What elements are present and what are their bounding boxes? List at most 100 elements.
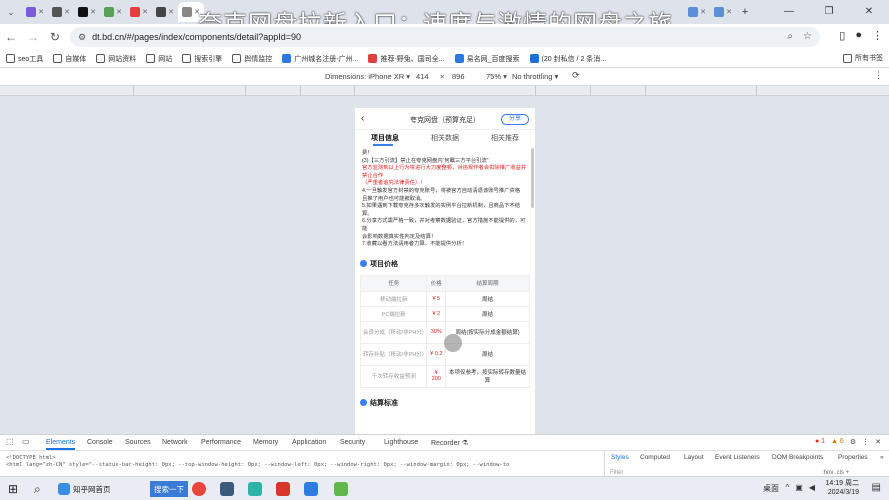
tab-dom-breakpoints[interactable]: DOM Breakpoints (772, 454, 823, 461)
tab-sources[interactable]: Sources (125, 439, 151, 446)
device-toggle-icon[interactable]: ▭ (22, 437, 30, 446)
tab-search-button[interactable]: ⌄ (0, 2, 22, 22)
more-tabs-icon[interactable]: » (880, 454, 884, 461)
chrome-taskbar-icon[interactable] (192, 481, 206, 497)
width-input[interactable]: 414 (416, 72, 429, 81)
inspect-icon[interactable]: ⬚ (6, 437, 14, 446)
bookmark-folder[interactable]: 搜索引擎 (182, 54, 222, 64)
reload-button[interactable]: ↻ (44, 30, 66, 44)
device-select[interactable]: Dimensions: iPhone XR ▾ (325, 72, 410, 81)
search-icon[interactable]: ⌕ (34, 481, 41, 497)
settings-gear-icon[interactable]: ⚙ (850, 438, 856, 446)
more-options-icon[interactable]: ⋮ (874, 70, 883, 81)
tab-console[interactable]: Console (87, 439, 113, 446)
tab-performance[interactable]: Performance (201, 439, 241, 446)
new-tab-button[interactable]: + (736, 6, 754, 18)
tab-network[interactable]: Network (162, 439, 188, 446)
profile-icon[interactable]: ● (855, 29, 862, 42)
bookmark-link[interactable]: (20 封私信 / 2 条消... (529, 54, 606, 64)
more-menu-icon[interactable]: ⋮ (862, 438, 869, 446)
bookmark-link[interactable]: 推荐-野兔、国司全... (368, 54, 445, 64)
tab-lighthouse[interactable]: Lighthouse (384, 439, 418, 446)
dom-html-line[interactable]: <html lang="zh-CN" style="--status-bar-h… (6, 462, 602, 469)
close-icon[interactable]: ✕ (726, 8, 732, 16)
app-taskbar-icon[interactable] (304, 481, 318, 497)
tab-styles[interactable]: Styles (611, 454, 629, 461)
page-scrollbar[interactable] (531, 148, 534, 208)
browser-icon (58, 483, 70, 495)
devtools-panel: ⬚ ▭ Elements Console Sources Network Per… (0, 434, 889, 477)
height-input[interactable]: 896 (452, 72, 465, 81)
bookmark-folder[interactable]: 自媒体 (53, 54, 86, 64)
all-bookmarks[interactable]: 所有书签 (843, 53, 883, 63)
bookmark-folder[interactable]: 网站资料 (96, 54, 136, 64)
address-url[interactable]: dt.bd.cn/#/pages/index/components/detail… (92, 32, 301, 42)
site-info-icon[interactable]: ⚙ (78, 32, 86, 43)
bookmark-folder[interactable]: 网站 (146, 54, 172, 64)
app-taskbar-icon[interactable] (334, 481, 348, 497)
network-icon[interactable]: ▣ (795, 483, 803, 492)
browser-tab[interactable]: ✕ (684, 2, 710, 22)
bookmark-link[interactable]: 易名网_百度搜索 (454, 54, 520, 64)
tab-recorder[interactable]: Recorder ⚗ (431, 439, 468, 447)
share-button[interactable]: 分享 (501, 114, 529, 125)
throttle-select[interactable]: No throttling ▾ (512, 72, 558, 81)
windows-start-icon[interactable]: ⊞ (8, 481, 18, 497)
tab-computed[interactable]: Computed (640, 454, 670, 461)
app-taskbar-icon[interactable] (248, 481, 262, 497)
close-icon[interactable]: ✕ (116, 8, 122, 16)
error-count-badge[interactable]: ● 1 (815, 438, 825, 446)
browser-tab[interactable]: ✕ (152, 2, 178, 22)
browser-tab[interactable]: ✕ (100, 2, 126, 22)
menu-icon[interactable]: ⋮ (872, 29, 883, 42)
browser-tab[interactable]: ✕ (48, 2, 74, 22)
clock[interactable]: 14:19 周二 2024/3/19 (826, 479, 859, 497)
tab-properties[interactable]: Properties (838, 454, 868, 461)
address-bar[interactable]: ⚙ dt.bd.cn/#/pages/index/components/deta… (70, 27, 820, 47)
browser-tab[interactable]: ✕ (710, 2, 736, 22)
dom-doctype-line[interactable]: <!DOCTYPE html> (6, 455, 602, 462)
tab-project-info[interactable]: 项目信息 (371, 133, 399, 143)
rotate-icon[interactable]: ⟳ (572, 70, 580, 81)
forward-button[interactable]: → (22, 30, 44, 44)
volume-icon[interactable]: ◀ (809, 483, 815, 492)
browser-tab[interactable]: ✕ (126, 2, 152, 22)
app-taskbar-icon[interactable] (276, 481, 290, 497)
zoom-select[interactable]: 75% ▾ (486, 72, 507, 81)
tab-event-listeners[interactable]: Event Listeners (715, 454, 760, 461)
desktop-label[interactable]: 桌面 (763, 483, 779, 494)
minimize-button[interactable]: — (769, 0, 809, 24)
close-window-button[interactable]: ✕ (849, 0, 889, 24)
close-devtools-icon[interactable]: ✕ (875, 438, 881, 446)
close-icon[interactable]: ✕ (38, 8, 44, 16)
close-icon[interactable]: ✕ (90, 8, 96, 16)
back-button[interactable]: ← (0, 30, 22, 44)
browser-tab[interactable]: ✕ (22, 2, 48, 22)
maximize-button[interactable]: ❐ (809, 0, 849, 24)
tab-related-data[interactable]: 相关数据 (431, 133, 459, 143)
notification-icon[interactable]: ▤ (872, 482, 881, 493)
bookmark-link[interactable]: 广州城名注册-广州... (282, 54, 358, 64)
tab-security[interactable]: Security (340, 439, 365, 446)
bookmark-folder[interactable]: 舆情监控 (232, 54, 272, 64)
search-icon[interactable]: ⌕ (787, 31, 793, 42)
tab-layout[interactable]: Layout (684, 454, 704, 461)
tab-application[interactable]: Application (292, 439, 326, 446)
tab-elements[interactable]: Elements (46, 439, 76, 450)
taskbar-search-app[interactable]: 知乎网首页 (58, 481, 111, 497)
close-icon[interactable]: ✕ (168, 8, 174, 16)
tab-memory[interactable]: Memory (253, 439, 278, 446)
close-icon[interactable]: ✕ (142, 8, 148, 16)
warning-count-badge[interactable]: ▲ 6 (831, 438, 844, 446)
tray-expand-icon[interactable]: ^ (786, 483, 790, 492)
bookmark-folder[interactable]: seo工具 (6, 54, 43, 64)
close-icon[interactable]: ✕ (700, 8, 706, 16)
bookmark-star-icon[interactable]: ☆ (803, 31, 812, 42)
tab-related-recommend[interactable]: 相关推荐 (491, 133, 519, 143)
sidebar-icon[interactable]: ▯ (839, 29, 845, 42)
browser-tab[interactable]: ✕ (74, 2, 100, 22)
taskbar-app-search[interactable]: 搜索一下 (150, 481, 188, 497)
page-tabs: 项目信息 相关数据 相关推荐 (355, 130, 535, 146)
app-taskbar-icon[interactable] (220, 481, 234, 497)
close-icon[interactable]: ✕ (64, 8, 70, 16)
